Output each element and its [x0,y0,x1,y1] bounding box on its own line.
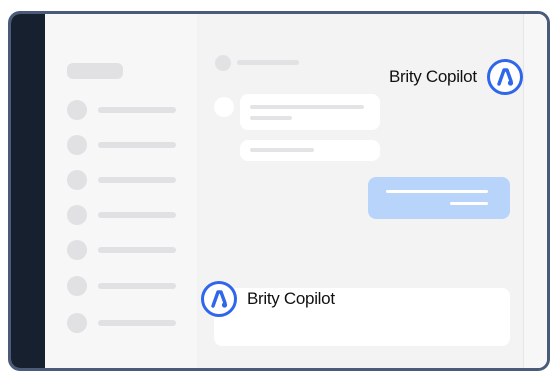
sidebar-item-icon [67,205,87,225]
sidebar-item-label-placeholder [98,107,176,113]
sidebar-item[interactable] [67,170,197,190]
sidebar [45,14,198,368]
message-line-placeholder [386,190,488,193]
sidebar-item-icon [67,276,87,296]
sidebar-item[interactable] [67,205,197,225]
sidebar-item[interactable] [67,135,197,155]
sidebar-item[interactable] [67,100,197,120]
sidebar-item-label-placeholder [98,212,176,218]
sidebar-item-icon [67,170,87,190]
brity-copilot-label: Brity Copilot [247,289,335,308]
assistant-message-bubble [240,140,380,161]
brity-copilot-logo-icon[interactable] [201,281,237,317]
user-message-bubble [368,177,510,219]
brity-copilot-logo-icon [497,68,513,86]
sidebar-item-label-placeholder [98,142,176,148]
message-line-placeholder [250,116,292,120]
message-line-placeholder [250,105,364,109]
sidebar-item-label-placeholder [98,177,176,183]
sidebar-header-placeholder [67,63,123,79]
assistant-avatar [214,97,234,117]
brity-copilot-callout-top: Brity Copilot [389,59,523,95]
sidebar-item-icon [67,240,87,260]
sidebar-item-label-placeholder [98,283,176,289]
sidebar-item-icon [67,313,87,333]
sidebar-item-icon [67,100,87,120]
brity-copilot-callout-bottom: Brity Copilot [201,281,335,317]
dark-nav-rail [11,14,45,368]
sidebar-item[interactable] [67,240,197,260]
brity-copilot-logo-icon [211,290,228,308]
sidebar-item[interactable] [67,313,197,333]
sidebar-item-label-placeholder [98,247,176,253]
assistant-message-bubble [240,94,380,130]
sidebar-item[interactable] [67,276,197,296]
right-side-panel [523,14,547,368]
brity-copilot-logo-icon[interactable] [486,59,523,95]
sidebar-item-icon [67,135,87,155]
chat-header-avatar [215,55,231,71]
brity-copilot-label: Brity Copilot [389,67,477,86]
chat-header-title-placeholder [237,60,299,65]
sidebar-item-label-placeholder [98,320,176,326]
message-line-placeholder [450,202,488,205]
message-line-placeholder [250,148,314,152]
